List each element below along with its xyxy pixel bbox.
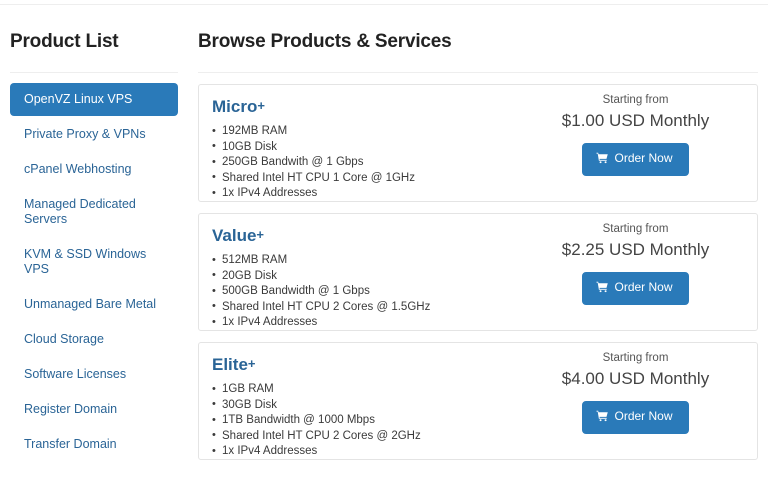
sidebar-item-openvz-linux-vps[interactable]: OpenVZ Linux VPS (10, 83, 178, 116)
product-feature-list: 192MB RAM10GB Disk250GB Bandwith @ 1 Gbp… (212, 124, 562, 202)
product-feature: 1TB Bandwidth @ 1000 Mbps (212, 413, 562, 429)
shopping-cart-icon (596, 281, 609, 296)
product-card: Elite+1GB RAM30GB Disk1TB Bandwidth @ 10… (198, 342, 758, 460)
product-feature-list: 512MB RAM20GB Disk500GB Bandwidth @ 1 Gb… (212, 253, 562, 331)
product-info: Elite+1GB RAM30GB Disk1TB Bandwidth @ 10… (212, 353, 562, 460)
product-info: Micro+192MB RAM10GB Disk250GB Bandwith @… (212, 95, 562, 202)
top-rule (0, 4, 768, 5)
sidebar-item-transfer-domain[interactable]: Transfer Domain (10, 428, 178, 461)
product-feature: Shared Intel HT CPU 1 Core @ 1GHz (212, 171, 562, 187)
shopping-cart-icon (596, 152, 609, 167)
product-name-suffix: + (256, 227, 264, 242)
product-price: $4.00 USD Monthly (528, 367, 743, 391)
product-feature: 1x IPv4 Addresses (212, 444, 562, 460)
product-pricing: Starting from$1.00 USD Monthly Order Now (528, 92, 743, 176)
starting-from-label: Starting from (528, 350, 743, 366)
product-feature: 1GB RAM (212, 382, 562, 398)
product-feature: 192MB RAM (212, 124, 562, 140)
product-name-text: Micro (212, 97, 257, 116)
product-name-text: Value (212, 226, 256, 245)
product-feature: 30GB Disk (212, 398, 562, 414)
main-divider (198, 72, 758, 73)
sidebar-item-private-proxy-vpns[interactable]: Private Proxy & VPNs (10, 118, 178, 151)
product-price: $2.25 USD Monthly (528, 238, 743, 262)
product-pricing: Starting from$2.25 USD Monthly Order Now (528, 221, 743, 305)
product-card: Micro+192MB RAM10GB Disk250GB Bandwith @… (198, 84, 758, 202)
product-name-suffix: + (257, 98, 265, 113)
product-feature: Shared Intel HT CPU 2 Cores @ 2GHz (212, 429, 562, 445)
product-price: $1.00 USD Monthly (528, 109, 743, 133)
sidebar-item-register-domain[interactable]: Register Domain (10, 393, 178, 426)
product-feature: 20GB Disk (212, 269, 562, 285)
order-now-label: Order Now (614, 151, 672, 165)
product-name-text: Elite (212, 355, 248, 374)
product-info: Value+512MB RAM20GB Disk500GB Bandwidth … (212, 224, 562, 331)
product-feature: 10GB Disk (212, 140, 562, 156)
product-feature: 1x IPv4 Addresses (212, 186, 562, 202)
page-title: Browse Products & Services (198, 30, 758, 54)
product-listing-page: Product List OpenVZ Linux VPSPrivate Pro… (0, 0, 768, 500)
sidebar-title: Product List (10, 30, 178, 54)
order-now-label: Order Now (614, 409, 672, 423)
sidebar-item-cloud-storage[interactable]: Cloud Storage (10, 323, 178, 356)
product-feature: 1x IPv4 Addresses (212, 315, 562, 331)
sidebar-item-managed-dedicated-servers[interactable]: Managed Dedicated Servers (10, 188, 178, 236)
product-feature: 500GB Bandwidth @ 1 Gbps (212, 284, 562, 300)
sidebar-divider (10, 72, 178, 73)
starting-from-label: Starting from (528, 92, 743, 108)
product-card: Value+512MB RAM20GB Disk500GB Bandwidth … (198, 213, 758, 331)
product-name: Elite+ (212, 353, 562, 376)
product-name: Value+ (212, 224, 562, 247)
starting-from-label: Starting from (528, 221, 743, 237)
shopping-cart-icon (596, 410, 609, 425)
order-now-button[interactable]: Order Now (582, 143, 688, 176)
sidebar-item-software-licenses[interactable]: Software Licenses (10, 358, 178, 391)
product-feature-list: 1GB RAM30GB Disk1TB Bandwidth @ 1000 Mbp… (212, 382, 562, 460)
sidebar-item-kvm-ssd-windows-vps[interactable]: KVM & SSD Windows VPS (10, 238, 178, 286)
product-card-list: Micro+192MB RAM10GB Disk250GB Bandwith @… (198, 84, 758, 460)
product-feature: Shared Intel HT CPU 2 Cores @ 1.5GHz (212, 300, 562, 316)
sidebar-item-cpanel-webhosting[interactable]: cPanel Webhosting (10, 153, 178, 186)
product-feature: 512MB RAM (212, 253, 562, 269)
order-now-label: Order Now (614, 280, 672, 294)
sidebar-item-unmanaged-bare-metal[interactable]: Unmanaged Bare Metal (10, 288, 178, 321)
sidebar-nav-list: OpenVZ Linux VPSPrivate Proxy & VPNscPan… (10, 83, 178, 461)
product-feature: 250GB Bandwith @ 1 Gbps (212, 155, 562, 171)
product-name-suffix: + (248, 356, 256, 371)
product-pricing: Starting from$4.00 USD Monthly Order Now (528, 350, 743, 434)
product-name: Micro+ (212, 95, 562, 118)
main-content: Browse Products & Services Micro+192MB R… (198, 30, 758, 471)
order-now-button[interactable]: Order Now (582, 272, 688, 305)
order-now-button[interactable]: Order Now (582, 401, 688, 434)
sidebar: Product List OpenVZ Linux VPSPrivate Pro… (10, 30, 178, 463)
